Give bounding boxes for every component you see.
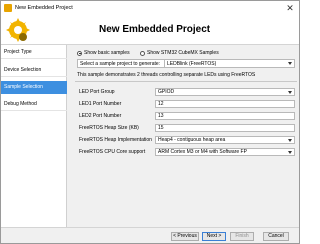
close-button[interactable]: ✕ [284,3,296,13]
footer-divider [1,227,299,228]
radio-unselected-icon [140,50,145,56]
heap-implementation-dropdown[interactable]: Heap4 - contiguous heap area [155,136,295,144]
wizard-header: New Embedded Project [1,15,299,45]
show-basic-samples-radio[interactable]: Show basic samples [77,49,130,57]
cancel-button[interactable]: Cancel [263,232,289,241]
led2-port-number-value: 13 [158,113,164,119]
window-title: New Embedded Project [15,5,73,11]
finish-button[interactable]: Finish [230,232,254,241]
sample-project-dropdown[interactable]: LEDBlink (FreeRTOS) [164,60,294,68]
show-stm32-samples-label: Show STM32 CubeMX Samples [147,50,219,56]
chevron-down-icon [288,91,292,94]
sidebar-item-debug-method[interactable]: Debug Method [1,98,67,111]
led-port-group-dropdown[interactable]: GPIOD [155,88,295,96]
page-heading: New Embedded Project [99,24,211,35]
sample-project-label: Select a sample project to generate: [80,61,161,67]
show-basic-samples-label: Show basic samples [84,50,130,56]
visualgdb-logo-icon [6,18,30,42]
cpu-core-support-label: FreeRTOS CPU Core support [79,149,146,155]
chevron-down-icon [288,151,292,154]
led2-port-number-input[interactable]: 13 [155,112,295,120]
wizard-window: New Embedded Project ✕ New Embedded Proj… [0,0,300,244]
heap-size-label: FreeRTOS Heap Size (KB) [79,125,139,131]
cpu-core-support-dropdown[interactable]: ARM Cortex M3 or M4 with Software FP [155,148,295,156]
cpu-core-support-value: ARM Cortex M3 or M4 with Software FP [158,149,247,155]
sidebar-item-sample-selection[interactable]: Sample Selection [1,81,67,94]
led2-port-number-label: LED2 Port Number [79,113,122,119]
sample-project-row: Select a sample project to generate: LED… [77,59,295,68]
heap-implementation-label: FreeRTOS Heap Implementation [79,137,152,143]
sample-selection-panel: Show basic samples Show STM32 CubeMX Sam… [75,45,297,227]
sample-project-value: LEDBlink (FreeRTOS) [167,61,217,67]
previous-button[interactable]: < Previous [171,232,199,241]
heap-size-value: 15 [158,125,164,131]
led-port-group-label: LED Port Group [79,89,115,95]
sidebar-item-project-type[interactable]: Project Type [1,46,67,59]
chevron-down-icon [288,139,292,142]
heap-size-input[interactable]: 15 [155,124,295,132]
led1-port-number-value: 12 [158,101,164,107]
heap-implementation-value: Heap4 - contiguous heap area [158,137,226,143]
divider [75,81,297,82]
led1-port-number-label: LED1 Port Number [79,101,122,107]
next-button[interactable]: Next > [202,232,226,241]
radio-selected-icon [77,50,82,56]
wizard-sidebar: Project Type Device Selection Sample Sel… [1,45,67,227]
app-icon [4,4,12,12]
sample-description: This sample demonstrates 2 threads contr… [77,72,256,78]
led-port-group-value: GPIOD [158,89,175,95]
title-bar: New Embedded Project ✕ [1,1,299,15]
led1-port-number-input[interactable]: 12 [155,100,295,108]
sidebar-item-device-selection[interactable]: Device Selection [1,64,67,77]
chevron-down-icon [288,62,292,65]
show-stm32-samples-radio[interactable]: Show STM32 CubeMX Samples [140,49,219,57]
